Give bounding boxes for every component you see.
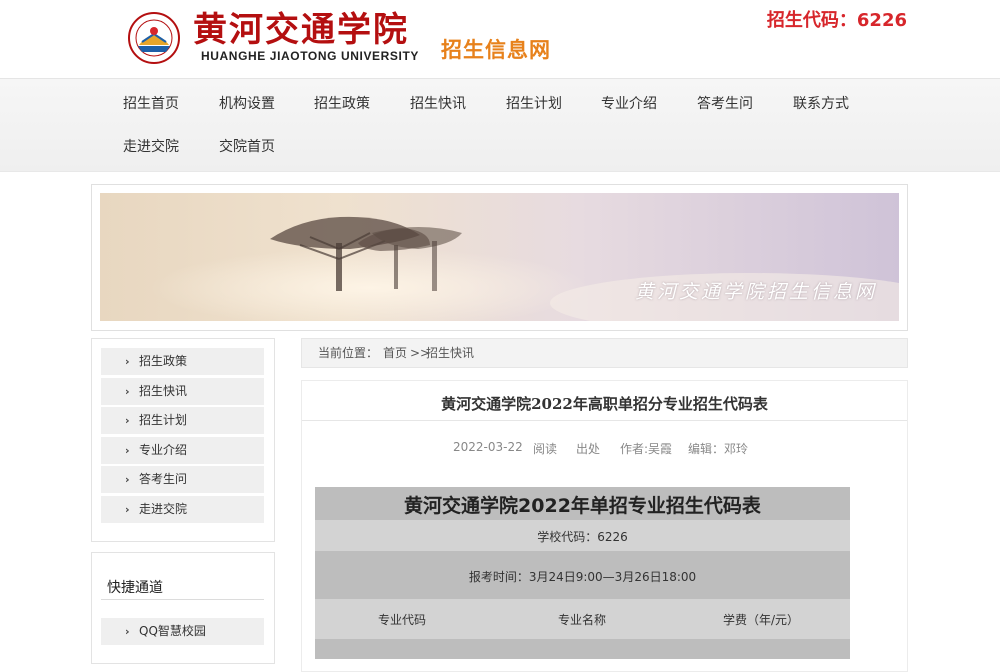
nav-item-contact[interactable]: 联系方式: [793, 93, 849, 113]
chevron-right-icon: ›: [125, 473, 130, 486]
sidebar-item-majors[interactable]: › 专业介绍: [101, 437, 264, 464]
sidebar-item-plan[interactable]: › 招生计划: [101, 407, 264, 434]
chevron-right-icon: ›: [125, 503, 130, 516]
nav-item-organization[interactable]: 机构设置: [219, 93, 275, 113]
breadcrumb-current-link[interactable]: 招生快讯: [426, 339, 474, 367]
banner-image: 黄河交通学院招生信息网: [100, 193, 899, 321]
banner-caption: 黄河交通学院招生信息网: [634, 281, 877, 303]
chevron-right-icon: ›: [125, 385, 130, 398]
quick-link-qq-campus[interactable]: › QQ智慧校园: [101, 618, 264, 645]
logo-english-name[interactable]: HUANGHE JIAOTONG UNIVERSITY: [201, 49, 419, 63]
article-editor: 编辑：邓玲: [688, 442, 749, 456]
logo-chinese-name[interactable]: 黄河交通学院: [193, 10, 409, 50]
table-header-row: 专业代码 专业名称 学费（年/元）: [315, 599, 850, 639]
sidebar-item-label: 专业介绍: [139, 443, 188, 457]
banner-frame: 黄河交通学院招生信息网: [91, 184, 908, 331]
nav-item-about[interactable]: 走进交院: [123, 136, 179, 156]
sidebar-item-label: 走进交院: [139, 502, 188, 516]
sidebar-item-about[interactable]: › 走进交院: [101, 496, 264, 523]
column-header-name: 专业名称: [558, 613, 607, 627]
table-title-row: 黄河交通学院2022年单招专业招生代码表: [315, 487, 850, 520]
column-header-fee: 学费（年/元）: [723, 613, 800, 627]
sidebar-item-news[interactable]: › 招生快讯: [101, 378, 264, 405]
column-header-code: 专业代码: [378, 613, 427, 627]
nav-item-news[interactable]: 招生快讯: [410, 93, 466, 113]
main-nav: 招生首页 机构设置 招生政策 招生快讯 招生计划 专业介绍 答考生问 联系方式 …: [0, 78, 1000, 172]
divider: [101, 599, 264, 600]
breadcrumb-prefix: 当前位置：: [318, 346, 379, 360]
university-emblem-icon[interactable]: [128, 12, 180, 64]
chevron-right-icon: ›: [125, 414, 130, 427]
quick-link-label: QQ智慧校园: [139, 624, 206, 638]
table-row: 报考时间：3月24日9:00—3月26日18:00: [315, 551, 850, 599]
site-header: 黄河交通学院 HUANGHE JIAOTONG UNIVERSITY 招生信息网…: [0, 0, 1000, 78]
chevron-right-icon: ›: [125, 444, 130, 457]
sidebar-menu: › 招生政策 › 招生快讯 › 招生计划 › 专业介绍 › 答考生问 › 走进交…: [91, 338, 275, 542]
chevron-right-icon: ›: [125, 355, 130, 368]
quick-links-panel: 快捷通道 › QQ智慧校园: [91, 552, 275, 664]
nav-item-majors[interactable]: 专业介绍: [601, 93, 657, 113]
nav-item-plan[interactable]: 招生计划: [506, 93, 562, 113]
exam-time: 报考时间：3月24日9:00—3月26日18:00: [468, 570, 697, 584]
table-row: 学校代码：6226: [315, 520, 850, 551]
article-title: 黄河交通学院2022年高职单招分专业招生代码表: [441, 395, 768, 413]
quick-links-title: 快捷通道: [107, 580, 163, 596]
nav-item-university-home[interactable]: 交院首页: [219, 136, 275, 156]
article-reads: 阅读: [533, 442, 558, 456]
breadcrumb-home-link[interactable]: 首页: [383, 339, 407, 367]
article-date: 2022-03-22: [453, 440, 523, 454]
article-author: 作者:吴霞: [620, 442, 673, 456]
enrollment-code: 招生代码：6226: [766, 10, 907, 31]
sidebar-item-label: 招生快讯: [139, 384, 188, 398]
sidebar-item-label: 招生计划: [139, 413, 188, 427]
divider: [302, 420, 907, 421]
school-code: 学校代码：6226: [537, 530, 628, 544]
nav-item-faq[interactable]: 答考生问: [697, 93, 753, 113]
article-source: 出处: [576, 442, 601, 456]
table-row: [315, 639, 850, 659]
table-title: 黄河交通学院2022年单招专业招生代码表: [404, 495, 761, 517]
sidebar-item-label: 答考生问: [139, 472, 188, 486]
sidebar-item-policy[interactable]: › 招生政策: [101, 348, 264, 375]
sidebar-item-faq[interactable]: › 答考生问: [101, 466, 264, 493]
sidebar-item-label: 招生政策: [139, 354, 188, 368]
breadcrumb: 当前位置： 首页 >> 招生快讯: [301, 338, 908, 368]
nav-item-policy[interactable]: 招生政策: [314, 93, 370, 113]
site-name: 招生信息网: [441, 38, 551, 62]
nav-item-home[interactable]: 招生首页: [123, 93, 179, 113]
chevron-right-icon: ›: [125, 625, 130, 638]
